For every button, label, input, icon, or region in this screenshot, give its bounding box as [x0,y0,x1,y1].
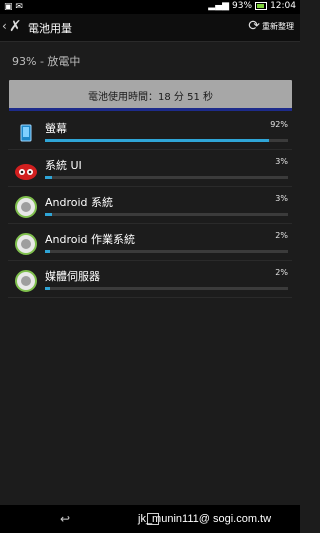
list-item[interactable]: 螢幕 92% [0,113,300,150]
battery-icon [255,2,268,10]
watermark: jk_munin111@ sogi.com.tw [138,513,272,525]
item-percent: 2% [275,231,288,240]
signal-icon: ▂▄▆ [208,1,230,11]
item-name: Android 作業系統 [45,233,136,246]
nav-back-icon[interactable]: ↩ [60,512,70,526]
graph-label: 電池使用時間：18 分 51 秒 [88,92,213,103]
list-item[interactable]: 媒體伺服器 2% [0,261,300,298]
action-bar: ‹ ✗ 電池用量 ⟳ 重新整理 [0,14,300,42]
battery-status: 93% - 放電中 [12,55,81,68]
refresh-button[interactable]: ⟳ 重新整理 [248,18,294,34]
item-name: 媒體伺服器 [45,270,100,283]
android-os-icon [15,233,37,255]
list-item[interactable]: 系統 UI 3% [0,150,300,187]
item-name: Android 系統 [45,196,114,209]
usage-bar [45,176,288,179]
item-name: 螢幕 [45,122,67,135]
graph-line [9,108,292,111]
item-name: 系統 UI [45,159,82,172]
clock: 12:04 [270,1,296,11]
status-bar: ▣ ✉ ▂▄▆ 93% 12:04 [0,0,300,14]
refresh-icon: ⟳ [248,18,260,34]
screen-icon [20,124,32,142]
usage-fill [45,139,269,142]
usage-bar [45,250,288,253]
item-percent: 92% [270,120,288,129]
status-right: ▂▄▆ 93% 12:04 [208,1,296,11]
item-percent: 3% [275,194,288,203]
usage-fill [45,213,53,216]
list-item[interactable]: Android 作業系統 2% [0,224,300,261]
usage-bar [45,287,288,290]
refresh-label: 重新整理 [262,21,294,31]
page-title: 電池用量 [28,22,72,35]
notification-icons: ▣ ✉ [4,2,23,12]
system-ui-icon [15,164,37,180]
back-chevron-icon[interactable]: ‹ [2,19,7,33]
battery-percent: 93% [232,1,253,11]
item-percent: 3% [275,157,288,166]
wrench-icon[interactable]: ✗ [9,17,22,35]
battery-graph[interactable]: 電池使用時間：18 分 51 秒 [9,80,292,111]
android-system-icon [15,196,37,218]
usage-bar [45,139,288,142]
usage-bar [45,213,288,216]
usage-fill [45,250,50,253]
usage-fill [45,176,53,179]
divider [8,297,292,298]
media-server-icon [15,270,37,292]
usage-list: 螢幕 92% 系統 UI 3% Android 系統 3% Android 作業… [0,113,300,298]
list-item[interactable]: Android 系統 3% [0,187,300,224]
item-percent: 2% [275,268,288,277]
usage-fill [45,287,50,290]
